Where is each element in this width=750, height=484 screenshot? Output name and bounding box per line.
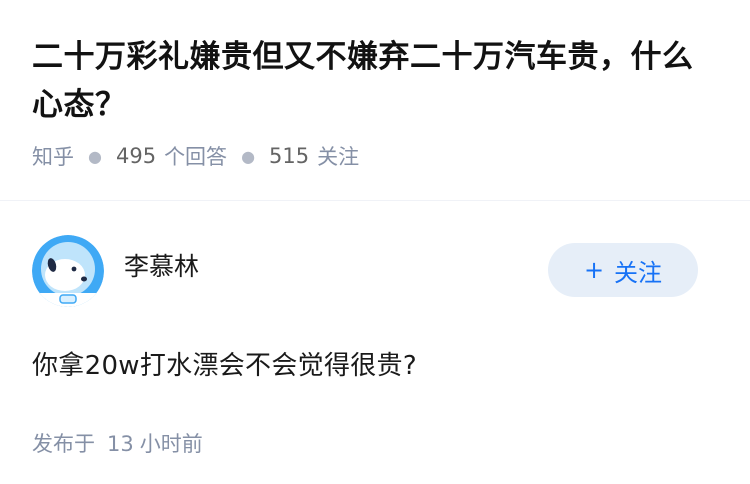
source-label[interactable]: 知乎 (32, 141, 74, 171)
avatar[interactable] (32, 235, 104, 307)
publish-suffix: 小时前 (139, 432, 203, 456)
question-title[interactable]: 二十万彩礼嫌贵但又不嫌弃二十万汽车贵，什么心态？ (32, 33, 722, 129)
follow-button-label: 关注 (614, 258, 663, 287)
publish-number: 13 (107, 432, 134, 456)
answer-count: 495 (115, 144, 157, 168)
plus-icon: + (583, 256, 605, 284)
publish-prefix: 发布于 (32, 432, 95, 456)
author-name[interactable]: 李慕林 (124, 247, 199, 283)
avatar-icon (32, 235, 104, 307)
question-header: 二十万彩礼嫌贵但又不嫌弃二十万汽车贵，什么心态？ 知乎 ● 495 个回答 ● … (0, 0, 750, 171)
follow-button[interactable]: + 关注 (548, 243, 698, 297)
publish-time: 发布于 13 小时前 (32, 428, 718, 458)
separator-dot: ● (241, 146, 256, 166)
answer-count-label: 个回答 (164, 145, 228, 169)
follower-count-label: 关注 (317, 145, 360, 169)
answer-card: 李慕林 + 关注 你拿20w打水漂会不会觉得很贵? 发布于 13 小时前 (0, 201, 750, 458)
separator-dot: ● (88, 146, 102, 166)
answer-content[interactable]: 你拿20w打水漂会不会觉得很贵? (32, 345, 718, 382)
question-meta: 知乎 ● 495 个回答 ● 515 关注 (32, 141, 718, 171)
follower-count: 515 (269, 144, 310, 168)
